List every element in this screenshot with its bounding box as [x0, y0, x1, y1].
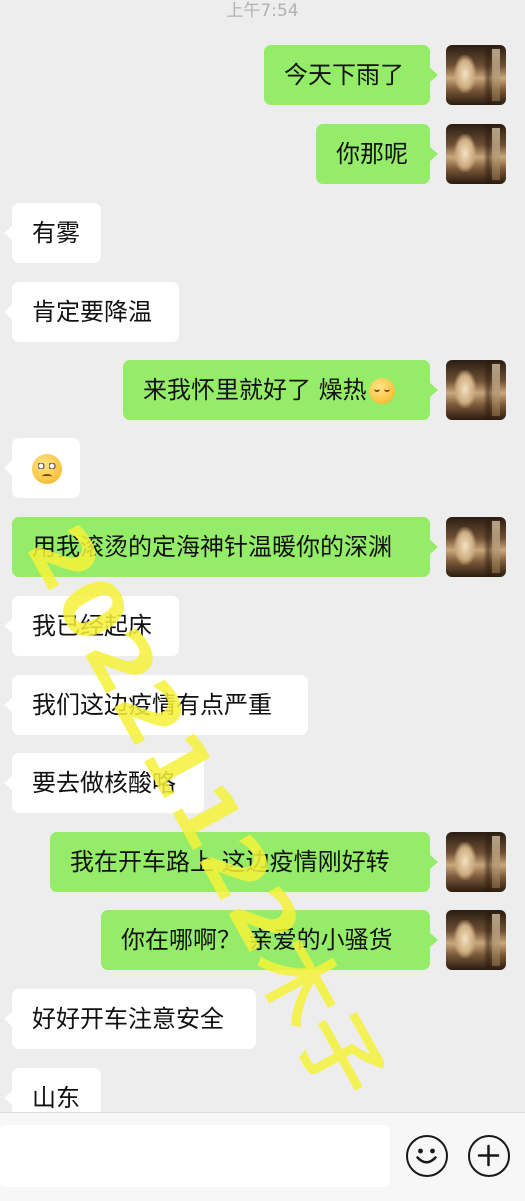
sleepy-face-icon — [368, 378, 395, 404]
message-text: 山东 — [32, 1084, 80, 1112]
message-bubble-incoming[interactable]: 好好开车注意安全 — [4, 989, 256, 1049]
message-text: 来我怀里就好了 燥热 — [143, 376, 367, 404]
message-bubble-incoming[interactable]: 肯定要降温 — [4, 282, 179, 342]
message-bubble-outgoing[interactable]: 来我怀里就好了 燥热 — [123, 360, 438, 420]
timestamp: 上午7:54 — [226, 1, 299, 21]
more-button[interactable] — [468, 1135, 510, 1177]
my-avatar[interactable] — [446, 517, 506, 577]
message-text: 你那呢 — [336, 140, 408, 168]
message-bubble-outgoing[interactable]: 今天下雨了 — [264, 45, 438, 105]
message-text: 好好开车注意安全 — [32, 1005, 224, 1033]
emoji-button[interactable] — [406, 1135, 448, 1177]
message-text: 今天下雨了 — [284, 61, 404, 89]
input-bar — [0, 1112, 525, 1201]
message-bubble-outgoing[interactable]: 你那呢 — [316, 124, 438, 184]
smiley-icon — [416, 1148, 437, 1164]
my-avatar[interactable] — [446, 124, 506, 184]
thinking-face-icon — [32, 454, 62, 484]
my-avatar[interactable] — [446, 45, 506, 105]
message-input[interactable] — [0, 1125, 390, 1187]
message-text: 肯定要降温 — [32, 298, 152, 326]
message-bubble-incoming[interactable] — [4, 438, 80, 498]
message-text: 有雾 — [32, 219, 80, 247]
message-bubble-incoming[interactable]: 有雾 — [4, 203, 101, 263]
my-avatar[interactable] — [446, 910, 506, 970]
plus-icon — [477, 1144, 500, 1167]
my-avatar[interactable] — [446, 832, 506, 892]
my-avatar[interactable] — [446, 360, 506, 420]
